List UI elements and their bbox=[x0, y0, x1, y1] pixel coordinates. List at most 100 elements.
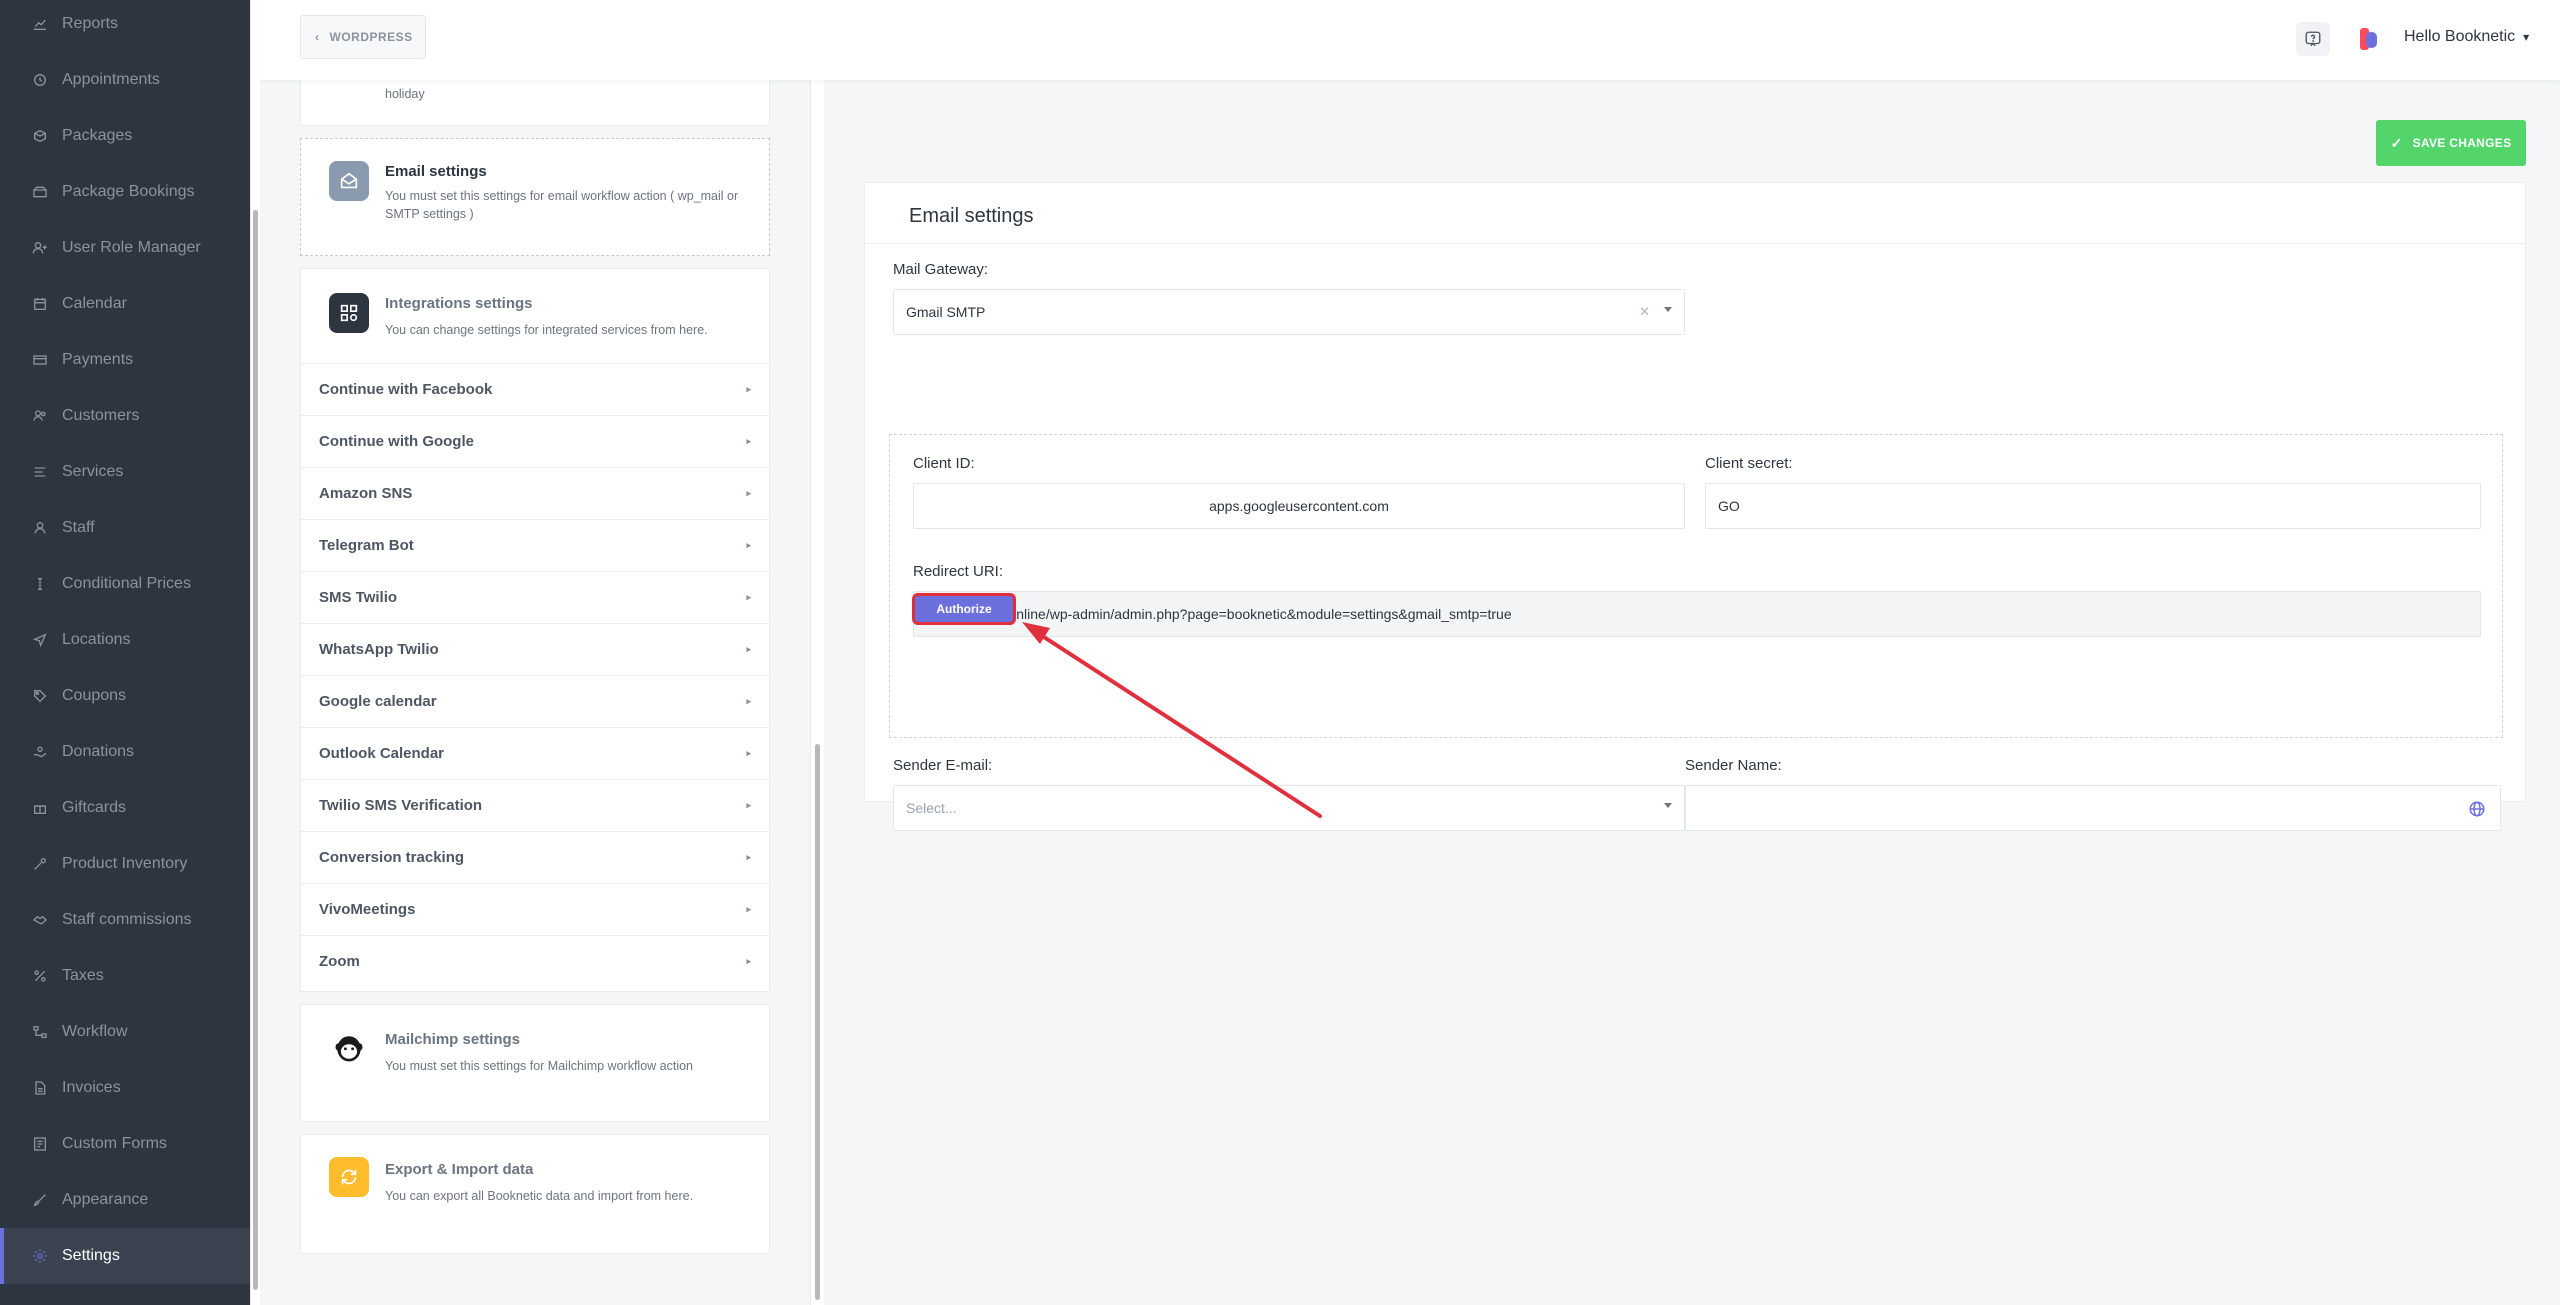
workflow-icon bbox=[32, 1024, 48, 1040]
client-secret-input[interactable]: GO bbox=[1705, 483, 2481, 529]
package-icon bbox=[32, 128, 48, 144]
integration-item-twilio-sms-verification[interactable]: Twilio SMS Verification ▸ bbox=[301, 779, 771, 831]
settings-card-mailchimp[interactable]: Mailchimp settings You must set this set… bbox=[300, 1004, 770, 1122]
authorize-button-label: Authorize bbox=[936, 602, 992, 616]
sender-name-input[interactable] bbox=[1685, 785, 2501, 831]
globe-icon[interactable] bbox=[2468, 800, 2486, 818]
save-changes-button[interactable]: ✓ SAVE CHANGES bbox=[2376, 120, 2526, 166]
caret-right-icon: ▸ bbox=[746, 696, 751, 706]
top-header: ‹ WORDPRESS Hello Booknetic ▾ bbox=[260, 0, 2560, 80]
integration-item-continue-with-google[interactable]: Continue with Google ▸ bbox=[301, 415, 771, 467]
sync-icon bbox=[329, 1157, 369, 1197]
chevron-left-icon: ‹ bbox=[315, 30, 320, 44]
sidebar-item-label: Giftcards bbox=[62, 799, 127, 816]
sidebar-item-calendar[interactable]: Calendar bbox=[0, 276, 250, 332]
clear-selection-icon[interactable]: ✕ bbox=[1639, 304, 1650, 320]
mailchimp-icon bbox=[329, 1027, 369, 1067]
settings-list-scrollbar-thumb[interactable] bbox=[815, 744, 820, 1300]
mail-gateway-select[interactable]: Gmail SMTP ✕ bbox=[893, 289, 1685, 335]
integration-item-whatsapp-twilio[interactable]: WhatsApp Twilio ▸ bbox=[301, 623, 771, 675]
sidebar-item-label: Taxes bbox=[62, 967, 104, 984]
list-icon bbox=[32, 464, 48, 480]
back-to-wordpress-button[interactable]: ‹ WORDPRESS bbox=[300, 15, 426, 59]
sidebar-item-label: Staff commissions bbox=[62, 911, 192, 928]
tag-icon bbox=[32, 688, 48, 704]
sidebar-item-label: Appearance bbox=[62, 1191, 149, 1208]
check-icon: ✓ bbox=[2390, 134, 2403, 151]
sidebar-item-custom-forms[interactable]: Custom Forms bbox=[0, 1116, 250, 1172]
sender-name-label: Sender Name: bbox=[1685, 757, 1782, 774]
settings-card-email[interactable]: Email settings You must set this setting… bbox=[300, 138, 770, 256]
sidebar-item-taxes[interactable]: Taxes bbox=[0, 948, 250, 1004]
sidebar-item-giftcards[interactable]: Giftcards bbox=[0, 780, 250, 836]
settings-list-scrollbar[interactable] bbox=[810, 80, 824, 1305]
sidebar-item-staff[interactable]: Staff bbox=[0, 500, 250, 556]
settings-card-export-import[interactable]: Export & Import data You can export all … bbox=[300, 1134, 770, 1254]
sidebar-item-reports[interactable]: Reports bbox=[0, 0, 250, 52]
sidebar-item-donations[interactable]: Donations bbox=[0, 724, 250, 780]
tools-icon bbox=[32, 856, 48, 872]
sender-email-placeholder: Select... bbox=[906, 800, 957, 816]
help-feedback-button[interactable] bbox=[2296, 22, 2330, 56]
user-plus-icon bbox=[32, 240, 48, 256]
sidebar-item-staff-commissions[interactable]: Staff commissions bbox=[0, 892, 250, 948]
sidebar-scrollbar-thumb[interactable] bbox=[253, 210, 258, 1290]
client-id-input[interactable]: apps.googleusercontent.com bbox=[913, 483, 1685, 529]
save-button-label: SAVE CHANGES bbox=[2412, 136, 2512, 150]
integration-item-label: SMS Twilio bbox=[319, 589, 398, 606]
integration-item-sms-twilio[interactable]: SMS Twilio ▸ bbox=[301, 571, 771, 623]
integration-item-outlook-calendar[interactable]: Outlook Calendar ▸ bbox=[301, 727, 771, 779]
caret-right-icon: ▸ bbox=[746, 540, 751, 550]
sidebar-item-services[interactable]: Services bbox=[0, 444, 250, 500]
hand-holding-icon bbox=[32, 744, 48, 760]
sidebar-item-conditional-prices[interactable]: Conditional Prices bbox=[0, 556, 250, 612]
mail-gateway-value: Gmail SMTP bbox=[906, 304, 986, 320]
integration-item-label: Telegram Bot bbox=[319, 537, 414, 554]
sidebar-item-appearance[interactable]: Appearance bbox=[0, 1172, 250, 1228]
settings-card-desc: You must set this settings for Mailchimp… bbox=[385, 1059, 693, 1073]
sidebar-item-label: Invoices bbox=[62, 1079, 121, 1096]
sidebar-item-invoices[interactable]: Invoices bbox=[0, 1060, 250, 1116]
sender-email-select[interactable]: Select... bbox=[893, 785, 1685, 831]
integration-item-vivomeetings[interactable]: VivoMeetings ▸ bbox=[301, 883, 771, 935]
sidebar-item-customers[interactable]: Customers bbox=[0, 388, 250, 444]
integration-item-label: Twilio SMS Verification bbox=[319, 797, 483, 814]
sidebar-item-packages[interactable]: Packages bbox=[0, 108, 250, 164]
mail-gateway-label: Mail Gateway: bbox=[893, 261, 989, 278]
sidebar-item-label: Payments bbox=[62, 351, 134, 368]
settings-list-pane: holiday Email settings You must set this… bbox=[260, 80, 824, 1305]
chevron-down-icon: ▾ bbox=[2523, 30, 2530, 44]
integration-item-continue-with-facebook[interactable]: Continue with Facebook ▸ bbox=[301, 363, 771, 415]
sidebar-item-payments[interactable]: Payments bbox=[0, 332, 250, 388]
sidebar-item-product-inventory[interactable]: Product Inventory bbox=[0, 836, 250, 892]
sidebar-item-appointments[interactable]: Appointments bbox=[0, 52, 250, 108]
sidebar-item-settings[interactable]: Settings bbox=[0, 1228, 250, 1284]
integration-item-conversion-tracking[interactable]: Conversion tracking ▸ bbox=[301, 831, 771, 883]
sidebar-item-coupons[interactable]: Coupons bbox=[0, 668, 250, 724]
integration-item-label: Outlook Calendar bbox=[319, 745, 445, 762]
gmail-oauth-section bbox=[889, 434, 2503, 738]
sidebar-item-workflow[interactable]: Workflow bbox=[0, 1004, 250, 1060]
settings-card-desc: You must set this settings for email wor… bbox=[385, 189, 739, 221]
integration-item-label: Continue with Google bbox=[319, 433, 474, 450]
sidebar-item-locations[interactable]: Locations bbox=[0, 612, 250, 668]
integration-item-telegram-bot[interactable]: Telegram Bot ▸ bbox=[301, 519, 771, 571]
user-menu[interactable]: Hello Booknetic ▾ bbox=[2404, 28, 2529, 46]
integration-item-label: Conversion tracking bbox=[319, 849, 465, 866]
sidebar-item-package-bookings[interactable]: Package Bookings bbox=[0, 164, 250, 220]
redirect-uri-input[interactable]: https://isamir.online/wp-admin/admin.php… bbox=[913, 591, 2481, 637]
integration-item-amazon-sns[interactable]: Amazon SNS ▸ bbox=[301, 467, 771, 519]
client-id-value: apps.googleusercontent.com bbox=[1209, 498, 1389, 514]
caret-right-icon: ▸ bbox=[746, 748, 751, 758]
booknetic-logo-icon bbox=[2360, 28, 2377, 50]
sidebar-scrollbar[interactable] bbox=[250, 0, 260, 1305]
settings-card-holidays[interactable]: holiday bbox=[300, 80, 770, 126]
sidebar-item-label: Custom Forms bbox=[62, 1135, 167, 1152]
email-settings-form: Email settings Mail Gateway: Gmail SMTP … bbox=[864, 182, 2526, 831]
integration-item-zoom[interactable]: Zoom ▸ bbox=[301, 935, 771, 987]
integration-item-label: VivoMeetings bbox=[319, 901, 416, 918]
user-icon bbox=[32, 520, 48, 536]
integration-item-google-calendar[interactable]: Google calendar ▸ bbox=[301, 675, 771, 727]
authorize-button[interactable]: Authorize bbox=[912, 593, 1016, 625]
sidebar-item-user-role-manager[interactable]: User Role Manager bbox=[0, 220, 250, 276]
